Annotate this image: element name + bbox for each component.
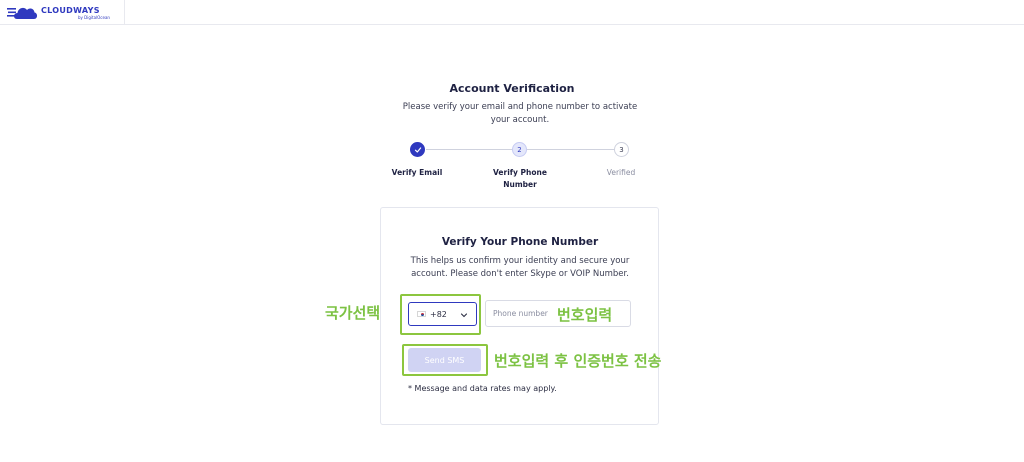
cloudways-logo[interactable]: CLOUDWAYS by DigitalOcean: [0, 0, 125, 25]
step-3-label: Verified: [606, 168, 636, 177]
step-1-indicator: [410, 142, 425, 157]
card-title: Verify Your Phone Number: [441, 236, 599, 248]
check-icon: [414, 146, 421, 153]
phone-input-annotation: 번호입력: [557, 304, 613, 325]
send-sms-annotation: 번호입력 후 인증번호 전송: [494, 352, 662, 370]
chevron-down-icon: [460, 313, 468, 318]
stepper-connector: [527, 149, 615, 150]
country-select-annotation: 국가선택: [325, 304, 381, 322]
page-title: Account Verification: [449, 82, 575, 95]
page-subtitle: Please verify your email and phone numbe…: [402, 102, 638, 125]
south-korea-flag-icon: [417, 311, 426, 317]
country-code-select[interactable]: +82: [408, 302, 477, 326]
card-description: This helps us confirm your identity and …: [410, 256, 630, 279]
stepper-connector: [426, 149, 513, 150]
rates-disclaimer: * Message and data rates may apply.: [408, 384, 557, 393]
logo-text: CLOUDWAYS: [41, 6, 100, 15]
step-2-indicator: 2: [512, 142, 527, 157]
step-1-label: Verify Email: [391, 168, 443, 177]
send-sms-button[interactable]: Send SMS: [408, 348, 481, 372]
step-2-label: Verify Phone Number: [493, 168, 547, 189]
top-navigation-bar: CLOUDWAYS by DigitalOcean: [0, 0, 1024, 25]
logo-subtext: by DigitalOcean: [78, 15, 110, 20]
country-code-value: +82: [430, 309, 447, 319]
cloud-logo-icon: [7, 7, 38, 19]
step-3-indicator: 3: [614, 142, 629, 157]
